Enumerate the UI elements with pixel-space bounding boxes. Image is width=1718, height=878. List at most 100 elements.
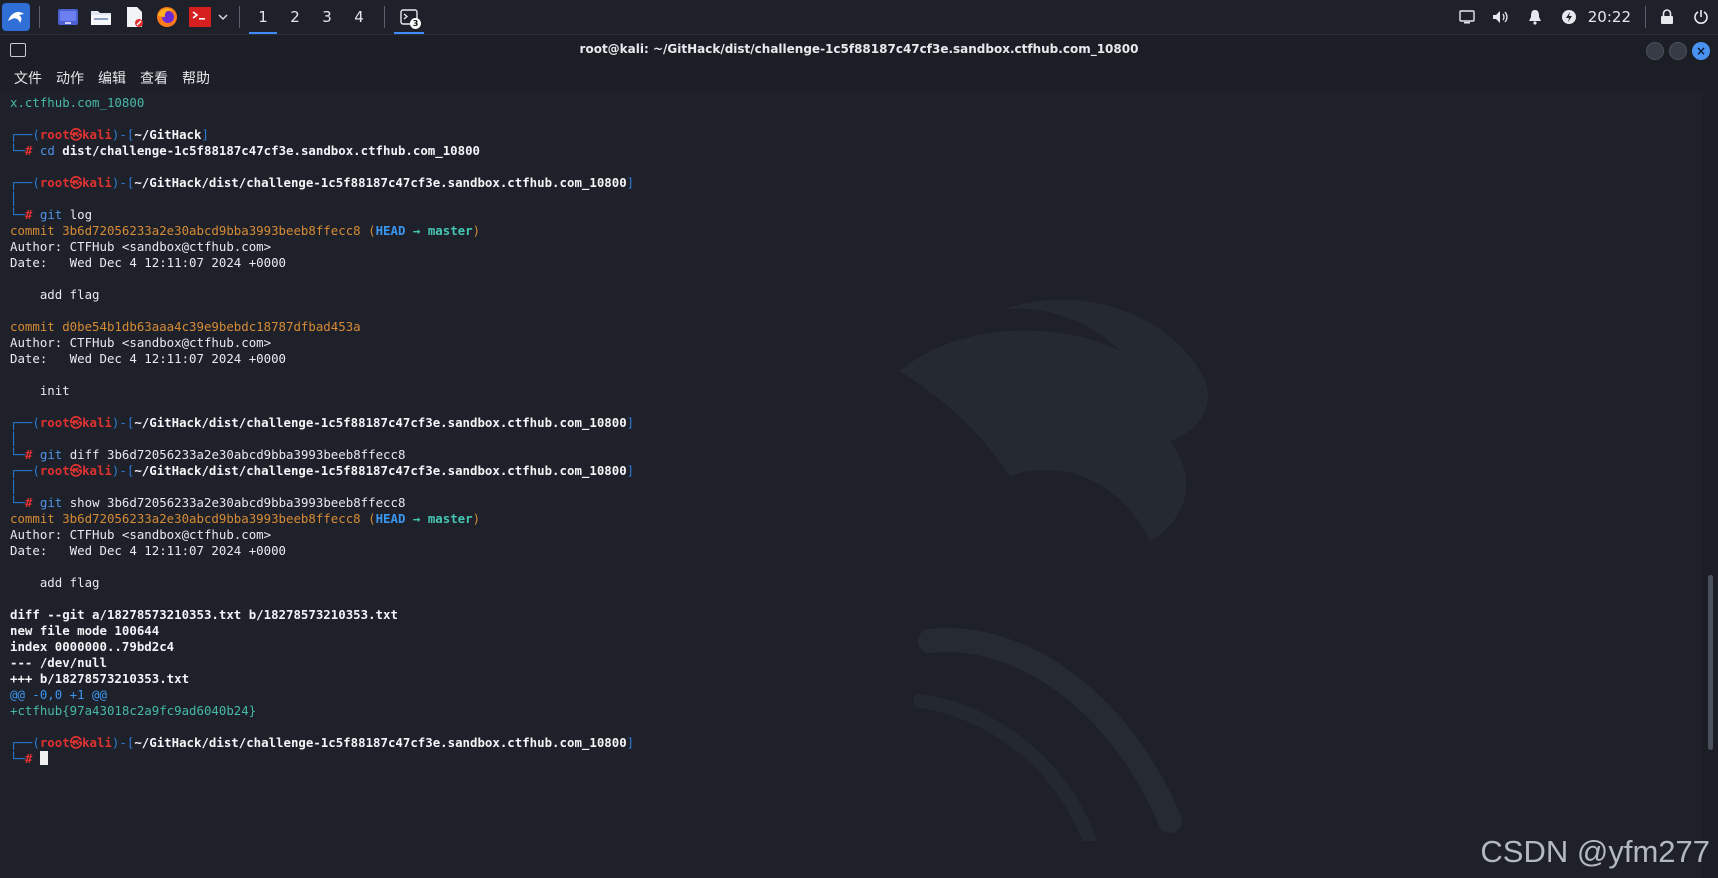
prompt-path: ~/GitHack/dist/challenge-1c5f88187c47cf3… bbox=[134, 175, 627, 190]
diff-minus: --- /dev/null bbox=[10, 655, 107, 670]
power-icon[interactable] bbox=[1552, 0, 1586, 34]
commit-date: Date: Wed Dec 4 12:11:07 2024 +0000 bbox=[10, 543, 287, 558]
minimize-button[interactable] bbox=[1646, 42, 1664, 60]
firefox-icon[interactable] bbox=[155, 5, 179, 29]
text-editor-icon[interactable] bbox=[122, 5, 146, 29]
prompt-line: ┌──(root㉿kali)-[~/GitHack] bbox=[10, 127, 209, 142]
lock-icon[interactable] bbox=[1650, 0, 1684, 34]
workspace-label: 2 bbox=[290, 8, 300, 26]
diff-hunk: @@ -0,0 +1 @@ bbox=[10, 687, 107, 702]
commit-date: Date: Wed Dec 4 12:11:07 2024 +0000 bbox=[10, 255, 287, 270]
branch-ref: master bbox=[427, 511, 473, 526]
command-name: git bbox=[39, 447, 63, 462]
prompt-symbol: ㉿ bbox=[69, 463, 83, 478]
command-line: └─# cd dist/challenge-1c5f88187c47cf3e.s… bbox=[10, 143, 480, 158]
head-ref: HEAD bbox=[375, 223, 406, 238]
terminal-line: index 0000000..79bd2c4 bbox=[10, 639, 634, 655]
csdn-watermark: CSDN @yfm277 bbox=[1480, 834, 1710, 869]
terminal-output[interactable]: x.ctfhub.com_10800 ┌──(root㉿kali)-[~/Git… bbox=[0, 91, 1703, 878]
logout-icon[interactable] bbox=[1684, 0, 1718, 34]
terminal-line: init bbox=[10, 383, 634, 399]
text-cursor bbox=[39, 751, 48, 765]
kali-menu-icon[interactable] bbox=[2, 3, 30, 31]
taskbar: 1 2 3 4 3 20:22 bbox=[0, 0, 1718, 35]
diff-header: diff --git a/18278573210353.txt b/182785… bbox=[10, 607, 398, 622]
workspace-1[interactable]: 1 bbox=[247, 0, 279, 34]
tray-separator bbox=[1645, 6, 1646, 28]
dropdown-icon[interactable] bbox=[216, 5, 230, 29]
terminal-line: Author: CTFHub <sandbox@ctfhub.com> bbox=[10, 335, 634, 351]
commit-hash: commit 3b6d72056233a2e30abcd9bba3993beeb… bbox=[10, 511, 361, 526]
maximize-button[interactable] bbox=[1669, 42, 1687, 60]
terminal-line: +ctfhub{97a43018c2a9fc9ad6040b24} bbox=[10, 703, 634, 719]
commit-hash: commit d0be54b1db63aaa4c39e9bebdc18787df… bbox=[10, 319, 361, 334]
prompt-symbol: ㉿ bbox=[69, 415, 83, 430]
command-line[interactable]: └─# bbox=[10, 751, 634, 767]
desktop-icon[interactable] bbox=[56, 5, 80, 29]
taskbar-separator bbox=[39, 6, 40, 28]
workspace-2[interactable]: 2 bbox=[279, 0, 311, 34]
terminal-line: Date: Wed Dec 4 12:11:07 2024 +0000 bbox=[10, 255, 634, 271]
file-manager-icon[interactable] bbox=[89, 5, 113, 29]
branch-ref: master bbox=[427, 223, 473, 238]
prompt-line: ┌──(root㉿kali)-[~/GitHack/dist/challenge… bbox=[10, 415, 635, 430]
menu-help[interactable]: 帮助 bbox=[175, 68, 217, 88]
terminal-line: │ bbox=[10, 431, 18, 446]
ref-arrow: → bbox=[412, 223, 421, 238]
terminal-launcher-icon[interactable] bbox=[188, 5, 212, 29]
display-icon[interactable] bbox=[1450, 0, 1484, 34]
command-line: └─# git show 3b6d72056233a2e30abcd9bba39… bbox=[10, 495, 406, 510]
prompt-user: root bbox=[39, 175, 70, 190]
workspace-label: 1 bbox=[258, 8, 268, 26]
menu-file[interactable]: 文件 bbox=[7, 68, 49, 88]
prompt-host: kali bbox=[82, 415, 112, 430]
notification-bell-icon[interactable] bbox=[1518, 0, 1552, 34]
output-text: x.ctfhub.com_10800 bbox=[10, 95, 145, 110]
terminal-line: x.ctfhub.com_10800 bbox=[10, 95, 634, 111]
command-args: dist/challenge-1c5f88187c47cf3e.sandbox.… bbox=[62, 143, 480, 158]
workspace-3[interactable]: 3 bbox=[311, 0, 343, 34]
terminal-task-button[interactable]: 3 bbox=[392, 0, 426, 34]
prompt-host: kali bbox=[82, 463, 112, 478]
commit-message: add flag bbox=[10, 575, 100, 590]
menu-edit[interactable]: 编辑 bbox=[91, 68, 133, 88]
terminal-line: new file mode 100644 bbox=[10, 623, 634, 639]
prompt-line: ┌──(root㉿kali)-[~/GitHack/dist/challenge… bbox=[10, 735, 635, 750]
workspace-4[interactable]: 4 bbox=[343, 0, 375, 34]
commit-message: add flag bbox=[10, 287, 100, 302]
clock[interactable]: 20:22 bbox=[1586, 8, 1641, 26]
window-title: root@kali: ~/GitHack/dist/challenge-1c5f… bbox=[579, 42, 1139, 56]
menu-view[interactable]: 查看 bbox=[133, 68, 175, 88]
prompt-symbol: ㉿ bbox=[69, 127, 83, 142]
close-button[interactable]: × bbox=[1692, 42, 1710, 60]
terminal-line: │ bbox=[10, 191, 18, 206]
terminal-line: Date: Wed Dec 4 12:11:07 2024 +0000 bbox=[10, 543, 634, 559]
workspace-label: 4 bbox=[354, 8, 364, 26]
terminal-line: commit d0be54b1db63aaa4c39e9bebdc18787df… bbox=[10, 319, 634, 335]
terminal-line: diff --git a/18278573210353.txt b/182785… bbox=[10, 607, 634, 623]
menu-bar: 文件 动作 编辑 查看 帮助 bbox=[0, 65, 1718, 91]
scrollbar-track[interactable] bbox=[1703, 91, 1718, 878]
diff-mode: new file mode 100644 bbox=[10, 623, 160, 638]
commit-message: init bbox=[10, 383, 70, 398]
commit-author: Author: CTFHub <sandbox@ctfhub.com> bbox=[10, 239, 272, 254]
terminal-line: Date: Wed Dec 4 12:11:07 2024 +0000 bbox=[10, 351, 634, 367]
menu-action[interactable]: 动作 bbox=[49, 68, 91, 88]
prompt-user: root bbox=[39, 127, 70, 142]
command-line: └─# git log bbox=[10, 207, 93, 222]
scrollbar-thumb[interactable] bbox=[1708, 575, 1713, 750]
terminal-line: │ bbox=[10, 479, 18, 494]
window-titlebar[interactable]: root@kali: ~/GitHack/dist/challenge-1c5f… bbox=[0, 35, 1718, 65]
volume-icon[interactable] bbox=[1484, 0, 1518, 34]
terminal-line: commit 3b6d72056233a2e30abcd9bba3993beeb… bbox=[10, 511, 481, 526]
prompt-user: root bbox=[39, 415, 70, 430]
diff-flag-line: +ctfhub{97a43018c2a9fc9ad6040b24} bbox=[10, 703, 257, 718]
prompt-host: kali bbox=[82, 127, 112, 142]
prompt-symbol: ㉿ bbox=[69, 735, 83, 750]
